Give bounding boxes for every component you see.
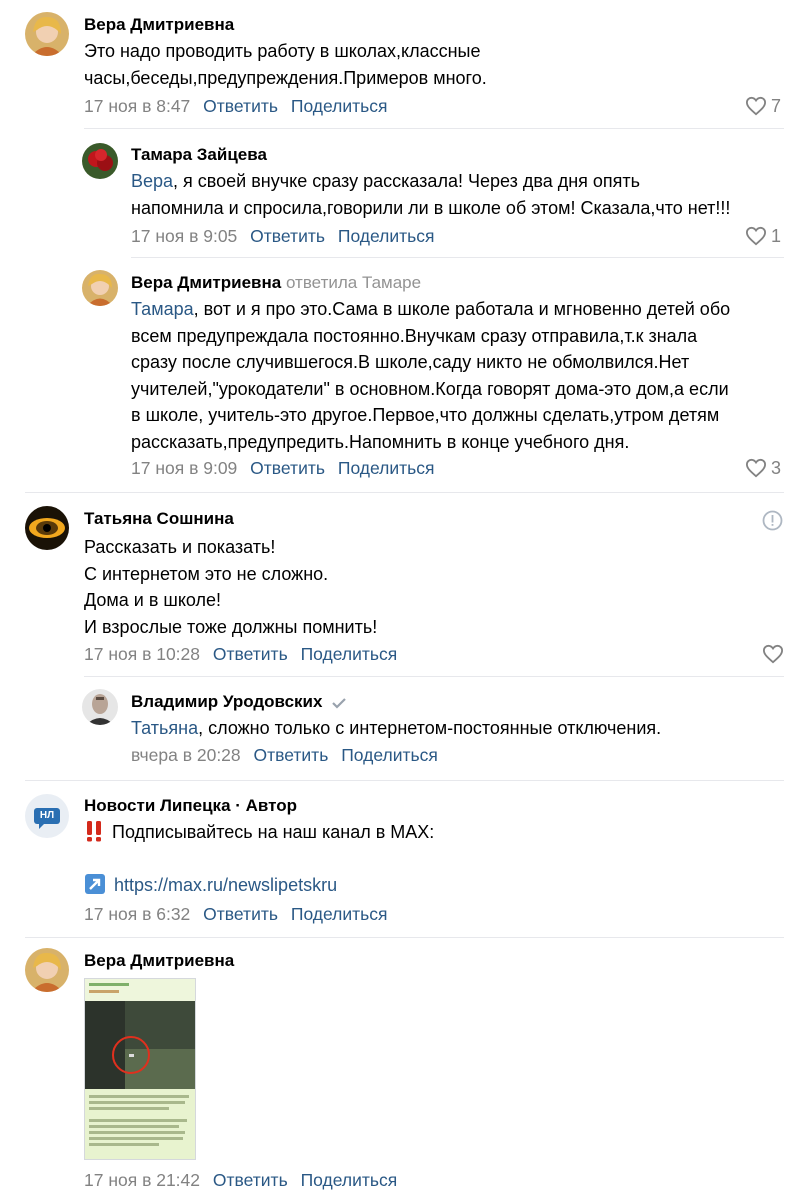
channel-link[interactable]: https://max.ru/newslipetskru (114, 875, 337, 895)
share-button[interactable]: Поделиться (338, 226, 435, 246)
comment-text: Тамара, вот и я про это.Сама в школе раб… (131, 299, 731, 452)
external-link-icon (85, 874, 105, 894)
heart-icon (745, 96, 767, 116)
author-link[interactable]: Вера Дмитриевна (131, 273, 281, 292)
author-name[interactable]: Тамара Зайцева (131, 145, 267, 165)
avatar[interactable] (25, 506, 69, 550)
comment-date[interactable]: 17 ноя в 9:05 (131, 226, 237, 246)
author-name[interactable]: Татьяна Сошнина (84, 509, 234, 529)
heart-icon (762, 644, 784, 664)
comment-meta: вчера в 20:28 Ответить Поделиться (131, 745, 438, 765)
author-name: Вера Дмитриевна ответила Тамаре (131, 273, 421, 293)
mention-link[interactable]: Тамара (131, 299, 194, 319)
comment-date[interactable]: вчера в 20:28 (131, 745, 241, 765)
comment-date[interactable]: 17 ноя в 10:28 (84, 644, 200, 664)
like-button[interactable] (762, 644, 784, 664)
separator (84, 676, 784, 677)
like-button[interactable]: 1 (745, 226, 781, 246)
like-button[interactable]: 7 (745, 96, 781, 116)
separator (131, 257, 784, 258)
mention-link[interactable]: Татьяна (131, 718, 198, 738)
like-count: 1 (771, 226, 782, 246)
comment-text: Рассказать и показать! С интернетом это … (84, 537, 378, 637)
author-name[interactable]: Вера Дмитриевна (84, 951, 234, 971)
author-name[interactable]: Новости Липецка · Автор (84, 796, 297, 816)
share-button[interactable]: Поделиться (338, 458, 435, 478)
comment-meta: 17 ноя в 9:05 Ответить Поделиться (131, 226, 435, 246)
share-button[interactable]: Поделиться (301, 1170, 398, 1190)
reply-button[interactable]: Ответить (254, 745, 329, 765)
author-link[interactable]: Владимир Уродовских (131, 692, 322, 711)
reply-button[interactable]: Ответить (203, 96, 278, 116)
avatar[interactable]: НЛ (25, 794, 69, 838)
comment-text: Это надо проводить работу в школах,класс… (84, 41, 487, 88)
reply-button[interactable]: Ответить (250, 226, 325, 246)
separator (25, 937, 784, 938)
share-button[interactable]: Поделиться (291, 96, 388, 116)
heart-icon (745, 226, 767, 246)
share-button[interactable]: Поделиться (291, 904, 388, 924)
avatar[interactable] (25, 12, 69, 56)
reply-button[interactable]: Ответить (250, 458, 325, 478)
reply-button[interactable]: Ответить (213, 1170, 288, 1190)
author-name[interactable]: Вера Дмитриевна (84, 15, 234, 35)
avatar[interactable] (25, 948, 69, 992)
avatar[interactable] (82, 270, 118, 306)
separator (84, 128, 784, 129)
avatar[interactable] (82, 689, 118, 725)
heart-icon (745, 458, 767, 478)
like-count: 7 (771, 96, 782, 116)
comment-text: Татьяна, сложно только с интернетом-пост… (131, 718, 662, 738)
share-button[interactable]: Поделиться (341, 745, 438, 765)
double-exclamation-icon (87, 821, 101, 842)
comment-meta: 17 ноя в 8:47 Ответить Поделиться (84, 96, 388, 116)
reply-to-label[interactable]: ответила Тамаре (286, 273, 421, 292)
reply-button[interactable]: Ответить (213, 644, 288, 664)
comment-date[interactable]: 17 ноя в 6:32 (84, 904, 190, 924)
comment-meta: 17 ноя в 6:32 Ответить Поделиться (84, 904, 388, 924)
comment-date[interactable]: 17 ноя в 9:09 (131, 458, 237, 478)
comment-date[interactable]: 17 ноя в 21:42 (84, 1170, 200, 1190)
author-name: Владимир Уродовских (131, 692, 347, 712)
verified-icon (332, 697, 346, 709)
separator (25, 780, 784, 781)
share-button[interactable]: Поделиться (301, 644, 398, 664)
like-count: 3 (771, 458, 782, 478)
comment-meta: 17 ноя в 10:28 Ответить Поделиться (84, 644, 397, 664)
comment-meta: 17 ноя в 9:09 Ответить Поделиться (131, 458, 435, 478)
avatar[interactable] (82, 143, 118, 179)
comment-text: Подписывайтесь на наш канал в MAX: https… (84, 819, 764, 899)
separator (25, 492, 784, 493)
mention-link[interactable]: Вера (131, 171, 173, 191)
reply-button[interactable]: Ответить (203, 904, 278, 924)
comment-text: Вера, я своей внучке сразу рассказала! Ч… (131, 171, 731, 218)
like-button[interactable]: 3 (745, 458, 781, 478)
comment-date[interactable]: 17 ноя в 8:47 (84, 96, 190, 116)
avatar-label: НЛ (39, 810, 55, 821)
report-icon[interactable] (762, 510, 783, 531)
attached-image[interactable] (84, 978, 196, 1160)
comment-meta: 17 ноя в 21:42 Ответить Поделиться (84, 1170, 397, 1190)
